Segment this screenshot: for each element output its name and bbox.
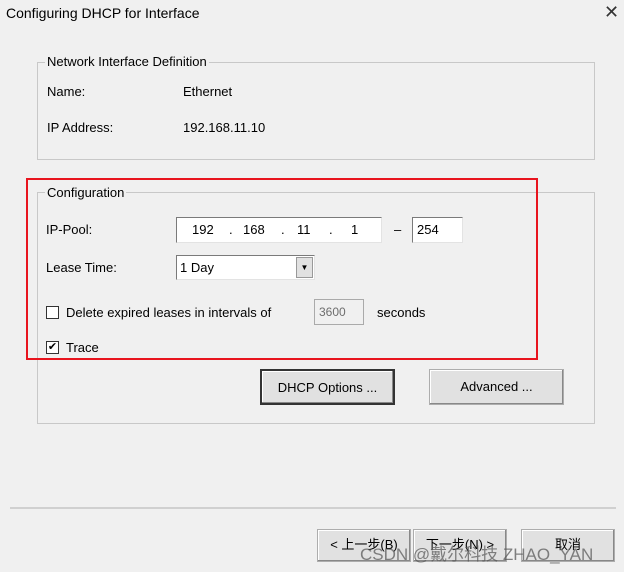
delete-expired-label: Delete expired leases in intervals of bbox=[66, 305, 272, 320]
ip-octet-3: 11 bbox=[297, 222, 311, 237]
interval-input[interactable]: 3600 bbox=[314, 299, 364, 325]
ip-octet-2: 168 bbox=[243, 222, 265, 237]
separator bbox=[10, 507, 616, 509]
ip-octet-4: 1 bbox=[351, 222, 359, 237]
chevron-down-icon[interactable]: ▼ bbox=[296, 257, 313, 278]
name-label: Name: bbox=[47, 84, 86, 99]
lease-time-label: Lease Time: bbox=[46, 260, 117, 275]
dot: . bbox=[329, 222, 333, 237]
trace-checkbox[interactable]: ✔ bbox=[46, 341, 59, 354]
ip-pool-start-input[interactable]: 192 . 168 . 11 . 1 bbox=[176, 217, 382, 243]
dot: . bbox=[229, 222, 233, 237]
watermark: CSDN @戴尔科技 ZHAO_YAN bbox=[360, 545, 594, 564]
lease-time-select[interactable]: 1 Day ▼ bbox=[176, 255, 315, 280]
ip-address-label: IP Address: bbox=[47, 120, 114, 135]
lease-time-value: 1 Day bbox=[180, 260, 214, 275]
advanced-button[interactable]: Advanced ... bbox=[429, 369, 564, 405]
network-interface-legend: Network Interface Definition bbox=[45, 54, 209, 69]
window-title: Configuring DHCP for Interface bbox=[6, 5, 200, 21]
dhcp-options-button[interactable]: DHCP Options ... bbox=[260, 369, 395, 405]
ip-pool-label: IP-Pool: bbox=[46, 222, 93, 237]
ip-pool-end-input[interactable]: 254 bbox=[412, 217, 463, 243]
network-interface-group bbox=[37, 62, 595, 160]
trace-label: Trace bbox=[66, 340, 99, 355]
name-value: Ethernet bbox=[183, 84, 233, 99]
seconds-label: seconds bbox=[377, 305, 426, 320]
delete-expired-checkbox[interactable] bbox=[46, 306, 59, 319]
ip-octet-1: 192 bbox=[192, 222, 214, 237]
ip-pool-dash: – bbox=[394, 222, 402, 237]
close-icon[interactable]: ✕ bbox=[604, 2, 619, 23]
dot: . bbox=[281, 222, 285, 237]
ip-address-value: 192.168.11.10 bbox=[183, 120, 266, 135]
